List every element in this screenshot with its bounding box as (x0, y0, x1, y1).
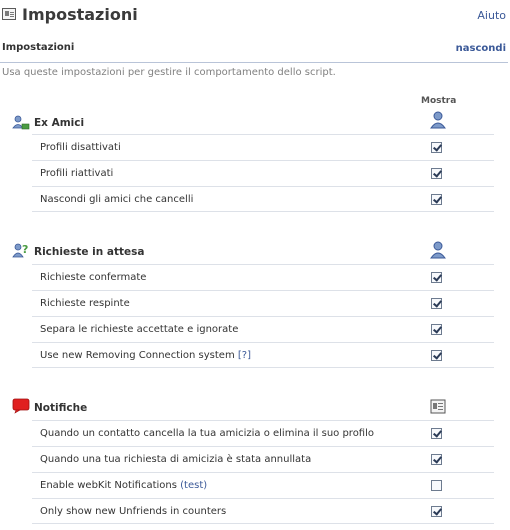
settings-panel-icon (430, 399, 446, 414)
help-link[interactable]: [?] (238, 350, 251, 361)
list-item: Profili disattivati (32, 134, 494, 159)
notification-bubble-icon (12, 398, 30, 414)
checkbox[interactable] (431, 479, 442, 491)
checkbox[interactable] (431, 323, 442, 335)
group-title-pending-requests: Richieste in attesa (34, 246, 145, 258)
checkbox[interactable] (431, 453, 442, 465)
row-label: Enable webKit Notifications (test) (40, 479, 208, 491)
checkbox[interactable] (431, 505, 442, 517)
hide-link[interactable]: nascondi (456, 43, 506, 54)
list-item: Enable webKit Notifications (test) (32, 472, 494, 497)
row-label: Quando una tua richiesta di amicizia è s… (40, 453, 312, 465)
row-label: Use new Removing Connection system [?] (40, 349, 252, 361)
test-link[interactable]: (test) (180, 480, 207, 491)
checkbox[interactable] (431, 349, 442, 361)
friends-icon (12, 115, 30, 130)
list-item: Use new Removing Connection system [?] (32, 342, 494, 368)
group-title-ex-friends: Ex Amici (34, 117, 85, 129)
list-item: Quando un contatto cancella la tua amici… (32, 420, 494, 445)
section-description: Usa queste impostazioni per gestire il c… (2, 67, 336, 78)
section-title: Impostazioni (2, 42, 75, 53)
row-label: Profili riattivati (40, 167, 114, 179)
group-title-notifications: Notifiche (34, 402, 88, 414)
checkbox[interactable] (431, 297, 442, 309)
row-label: Richieste confermate (40, 271, 147, 283)
row-label: Nascondi gli amici che cancelli (40, 193, 194, 205)
settings-panel-icon (2, 8, 16, 20)
row-label: Quando un contatto cancella la tua amici… (40, 427, 375, 439)
list-item: Separa le richieste accettate e ignorate (32, 316, 494, 341)
checkbox[interactable] (431, 271, 442, 283)
list-item: Quando una tua richiesta di amicizia è s… (32, 446, 494, 471)
list-item: Profili riattivati (32, 160, 494, 185)
list-item: Nascondi gli amici che cancelli (32, 186, 494, 212)
checkbox[interactable] (431, 141, 442, 153)
list-item: Richieste respinte (32, 290, 494, 315)
list-item: Richieste confermate (32, 264, 494, 289)
checkbox[interactable] (431, 167, 442, 179)
row-label: Profili disattivati (40, 141, 121, 153)
row-label: Separa le richieste accettate e ignorate (40, 323, 239, 335)
row-label: Only show new Unfriends in counters (40, 505, 227, 517)
column-header-show: Mostra (421, 96, 457, 106)
checkbox[interactable] (431, 193, 442, 205)
pending-requests-icon: ? (12, 243, 28, 258)
person-icon (430, 111, 446, 129)
checkbox[interactable] (431, 427, 442, 439)
divider (0, 62, 508, 63)
list-item: Only show new Unfriends in counters (32, 498, 494, 524)
page-title: Impostazioni (22, 5, 138, 24)
row-label: Richieste respinte (40, 297, 130, 309)
svg-text:?: ? (22, 243, 28, 256)
help-link[interactable]: Aiuto (477, 9, 506, 22)
person-icon (430, 241, 446, 259)
